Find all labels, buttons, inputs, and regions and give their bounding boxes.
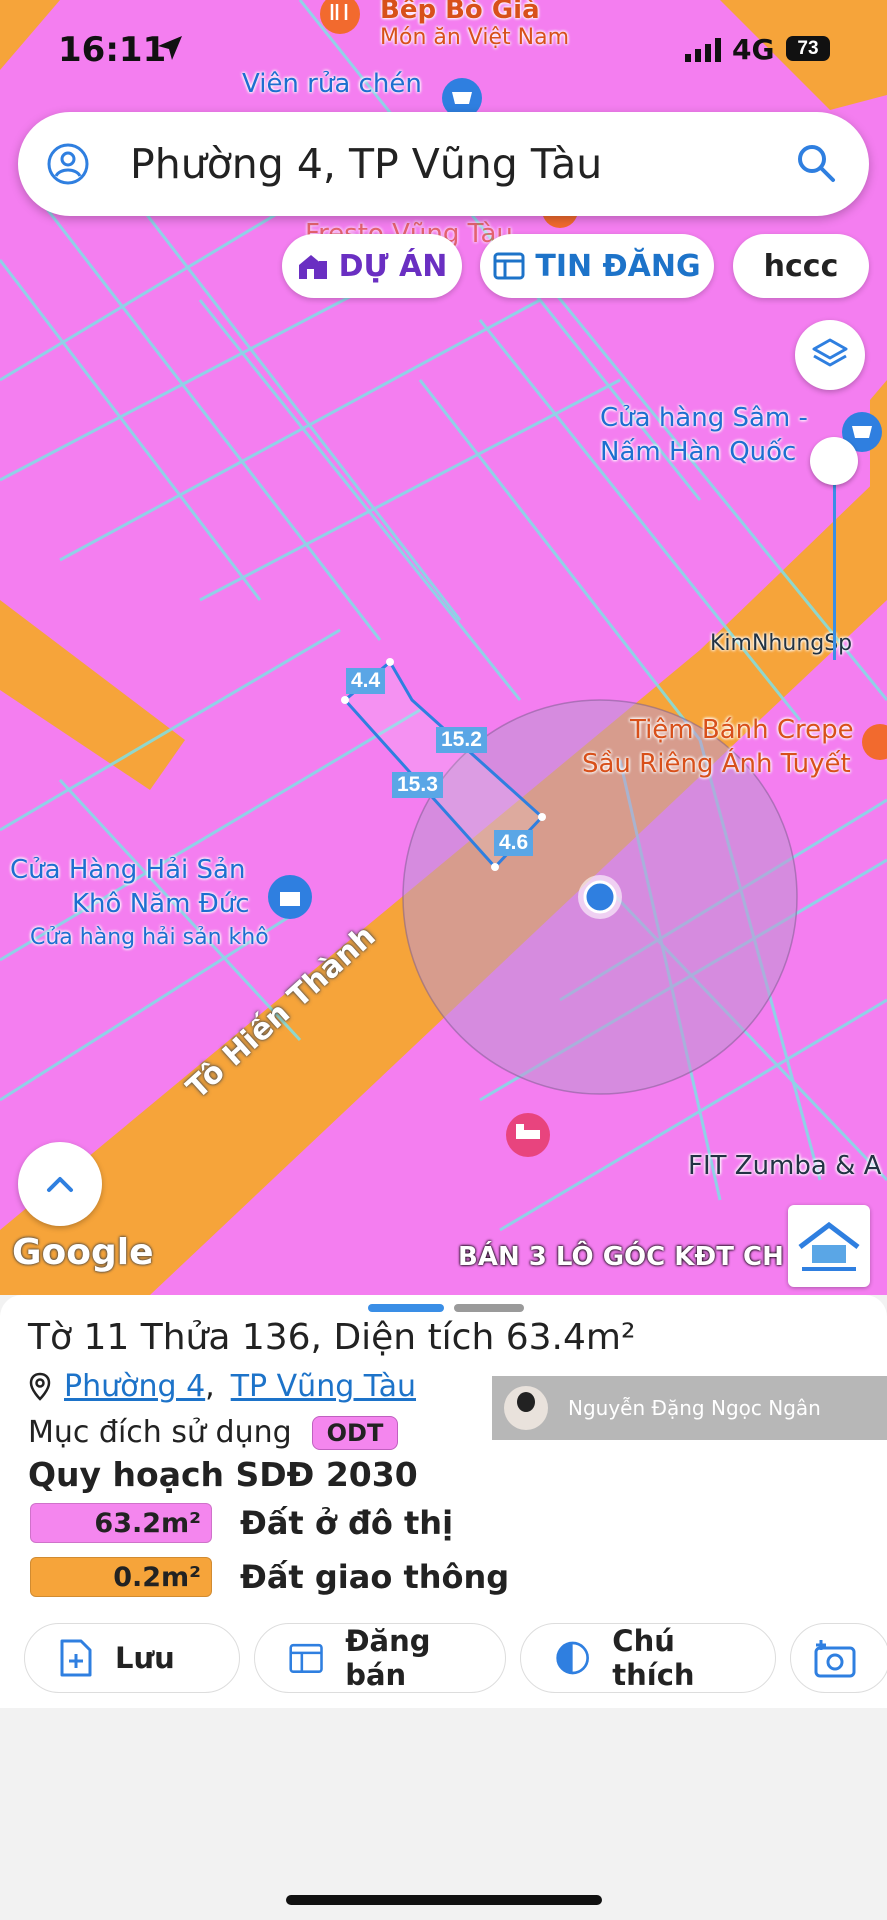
action-bar: Lưu Đăng bán Chú thích	[24, 1623, 887, 1693]
city-link[interactable]: TP Vũng Tàu	[231, 1369, 416, 1404]
contrast-icon	[556, 1641, 589, 1675]
dimension-right: 15.2	[436, 727, 487, 753]
watermark-name: Nguyễn Đặng Ngọc Ngân	[568, 1396, 821, 1420]
opacity-slider-handle[interactable]	[810, 437, 858, 485]
map-label-kimnhung[interactable]: KimNhungSp	[710, 628, 852, 660]
listing-icon	[289, 1643, 323, 1673]
post-for-sale-button[interactable]: Đăng bán	[254, 1623, 506, 1693]
map-pin-icon	[29, 1372, 51, 1401]
dimension-top: 4.4	[346, 668, 386, 694]
project-chip-label: DỰ ÁN	[338, 248, 448, 284]
user-icon[interactable]	[46, 142, 90, 186]
map-label-sam-2[interactable]: Nấm Hàn Quốc	[600, 436, 796, 468]
current-location-dot	[583, 880, 617, 914]
map-label-crepe-1[interactable]: Tiệm Bánh Crepe	[630, 714, 854, 746]
chevron-up-icon	[47, 1177, 73, 1192]
panel-tab-inactive[interactable]	[454, 1304, 524, 1312]
status-bar: 16:11 4G 73	[0, 0, 887, 96]
land-purpose-label: Mục đích sử dụng	[28, 1415, 292, 1450]
shop-pin-icon-3	[268, 875, 312, 919]
parcel-info-panel[interactable]: Tờ 11 Thửa 136, Diện tích 63.4m² Phường …	[0, 1295, 887, 1708]
ward-link[interactable]: Phường 4	[64, 1369, 205, 1404]
layers-icon	[812, 338, 848, 367]
status-time: 16:11	[58, 30, 167, 70]
dimension-bottom: 4.6	[494, 830, 534, 856]
custom-chip[interactable]: hccc	[733, 234, 869, 298]
zone-label-traffic: Đất giao thông	[240, 1558, 510, 1596]
map-label-haisan-3: Cửa hàng hải sản khô	[30, 925, 269, 950]
land-purpose: Mục đích sử dụng ODT	[28, 1415, 399, 1450]
map-label-sam-1[interactable]: Cửa hàng Sâm -	[600, 402, 808, 434]
legend-button-label: Chú thích	[612, 1624, 695, 1692]
home-indicator[interactable]	[286, 1895, 602, 1905]
zone-row-traffic: 0.2m² Đất giao thông	[30, 1557, 509, 1597]
expand-panel-button[interactable]	[18, 1142, 102, 1226]
hotel-pin-icon	[506, 1113, 550, 1157]
opacity-slider-track[interactable]	[833, 460, 836, 660]
zone-area-residential: 63.2m²	[30, 1503, 212, 1543]
save-button-label: Lưu	[115, 1641, 175, 1675]
map-label-haisan-2[interactable]: Khô Năm Đức	[72, 888, 250, 920]
search-input[interactable]: Phường 4, TP Vũng Tàu	[130, 140, 602, 188]
watermark-overlay: Nguyễn Đặng Ngọc Ngân	[492, 1376, 887, 1440]
panel-tabs[interactable]	[368, 1304, 524, 1312]
listing-chip[interactable]: TIN ĐĂNG	[480, 234, 714, 298]
zone-row-residential: 63.2m² Đất ở đô thị	[30, 1503, 453, 1543]
panel-tab-active[interactable]	[368, 1304, 444, 1312]
signal-icon	[685, 38, 721, 62]
map-label-crepe-2[interactable]: Sầu Riêng Ánh Tuyết	[582, 748, 851, 780]
road-right	[870, 380, 887, 560]
dimension-left: 15.3	[392, 772, 443, 798]
battery-icon: 73	[786, 36, 830, 61]
search-bar[interactable]: Phường 4, TP Vũng Tàu	[18, 112, 869, 216]
listing-chip-label: TIN ĐĂNG	[535, 248, 701, 284]
parcel-address: Phường 4, TP Vũng Tàu	[28, 1369, 416, 1404]
search-icon[interactable]	[795, 142, 837, 184]
map-label-fit-zumba[interactable]: FIT Zumba & A	[688, 1150, 881, 1182]
map-banner[interactable]: BÁN 3 LÔ GÓC KĐT CH	[458, 1242, 784, 1272]
save-button[interactable]: Lưu	[24, 1623, 240, 1693]
location-arrow-icon	[158, 36, 182, 60]
listing-icon	[493, 252, 525, 280]
legend-button[interactable]: Chú thích	[520, 1623, 776, 1693]
agency-logo[interactable]	[788, 1205, 870, 1287]
add-file-icon	[60, 1639, 92, 1677]
plan-title: Quy hoạch SDĐ 2030	[28, 1455, 418, 1494]
network-type: 4G	[732, 33, 775, 66]
post-for-sale-label: Đăng bán	[345, 1624, 431, 1692]
building-icon	[298, 255, 327, 279]
zone-label-residential: Đất ở đô thị	[240, 1504, 454, 1542]
custom-chip-label: hccc	[763, 248, 839, 284]
project-chip[interactable]: DỰ ÁN	[282, 234, 462, 298]
map-label-haisan-1[interactable]: Cửa Hàng Hải Sản	[10, 854, 245, 886]
add-photo-icon	[814, 1640, 856, 1678]
google-logo: Google	[12, 1232, 154, 1273]
parcel-title: Tờ 11 Thửa 136, Diện tích 63.4m²	[28, 1317, 636, 1358]
zone-area-traffic: 0.2m²	[30, 1557, 212, 1597]
add-photo-button[interactable]	[790, 1623, 887, 1693]
layers-button[interactable]	[795, 320, 865, 390]
watermark-avatar	[504, 1386, 548, 1430]
land-purpose-code: ODT	[311, 1415, 399, 1450]
